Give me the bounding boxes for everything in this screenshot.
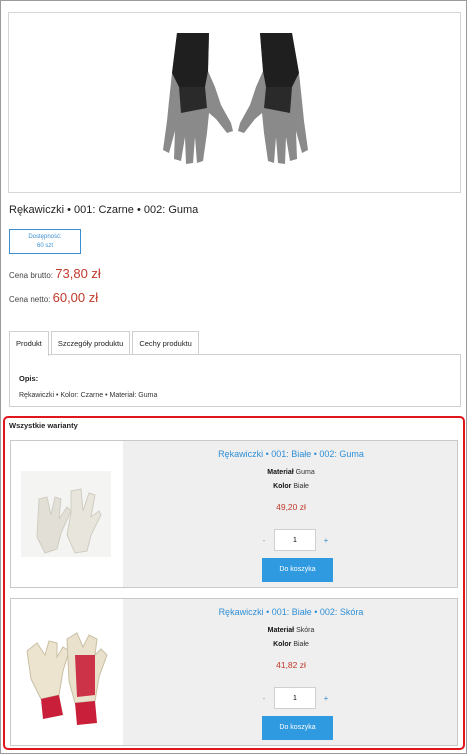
color-label: Kolor bbox=[273, 483, 292, 490]
variant-price: 41,82 zł bbox=[276, 660, 306, 670]
gross-price-row: Cena brutto: 73,80 zł bbox=[9, 266, 101, 281]
increase-button[interactable]: + bbox=[319, 536, 333, 545]
increase-button[interactable]: + bbox=[319, 694, 333, 703]
variants-title: Wszystkie warianty bbox=[9, 421, 78, 430]
description-text: Rękawiczki • Kolor: Czarne • Materiał: G… bbox=[19, 392, 158, 399]
availability-badge: Dostępność: 60 szt bbox=[9, 229, 81, 254]
color-label: Kolor bbox=[273, 641, 292, 648]
quantity-input[interactable] bbox=[274, 529, 316, 551]
leather-gloves-image bbox=[26, 632, 108, 725]
variant-price: 49,20 zł bbox=[276, 502, 306, 512]
gross-price-label: Cena brutto: bbox=[9, 271, 54, 280]
availability-value: 60 szt bbox=[36, 243, 53, 249]
decrease-button[interactable]: - bbox=[257, 694, 271, 703]
tab-produkt[interactable]: Produkt bbox=[9, 331, 49, 356]
black-gloves-image bbox=[163, 33, 308, 164]
variant-color: Kolor Białe bbox=[123, 641, 459, 648]
tab-szczegoly-produktu[interactable]: Szczegóły produktu bbox=[50, 331, 131, 355]
quantity-stepper: - + bbox=[257, 687, 333, 709]
product-main-image[interactable] bbox=[8, 12, 461, 193]
white-gloves-image bbox=[21, 471, 111, 557]
color-value: Białe bbox=[293, 483, 309, 490]
availability-label: Dostępność: bbox=[28, 234, 62, 240]
product-tabs: Produkt Szczegóły produktu Cechy produkt… bbox=[9, 331, 201, 356]
tab-panel-produkt: Opis: Rękawiczki • Kolor: Czarne • Mater… bbox=[9, 354, 461, 407]
quantity-stepper: - + bbox=[257, 529, 333, 551]
add-to-cart-button[interactable]: Do koszyka bbox=[262, 716, 333, 740]
color-value: Białe bbox=[293, 641, 309, 648]
quantity-input[interactable] bbox=[274, 687, 316, 709]
variant-image[interactable] bbox=[11, 441, 123, 587]
material-value: Skóra bbox=[296, 627, 315, 634]
net-price-label: Cena netto: bbox=[9, 295, 51, 304]
variant-image[interactable] bbox=[11, 599, 123, 745]
net-price-value: 60,00 zł bbox=[52, 290, 99, 305]
variant-name-link[interactable]: Rękawiczki • 001: Białe • 002: Skóra bbox=[123, 607, 459, 617]
net-price-row: Cena netto: 60,00 zł bbox=[9, 290, 98, 305]
material-label: Materiał bbox=[267, 627, 295, 634]
variant-card: Rękawiczki • 001: Białe • 002: Skóra Mat… bbox=[10, 598, 458, 746]
variant-card: Rękawiczki • 001: Białe • 002: Guma Mate… bbox=[10, 440, 458, 588]
material-label: Materiał bbox=[267, 469, 294, 476]
tab-cechy-produktu[interactable]: Cechy produktu bbox=[132, 331, 199, 355]
variant-name-link[interactable]: Rękawiczki • 001: Białe • 002: Guma bbox=[123, 449, 459, 459]
add-to-cart-button[interactable]: Do koszyka bbox=[262, 558, 333, 582]
variant-material: Materiał Guma bbox=[123, 469, 459, 476]
description-label: Opis: bbox=[19, 374, 39, 383]
variants-section: Wszystkie warianty Rękawiczki • 001: Bia… bbox=[3, 416, 465, 750]
decrease-button[interactable]: - bbox=[257, 536, 271, 545]
material-value: Guma bbox=[295, 469, 315, 476]
product-title: Rękawiczki • 001: Czarne • 002: Guma bbox=[9, 204, 199, 216]
variant-color: Kolor Białe bbox=[123, 483, 459, 490]
variant-material: Materiał Skóra bbox=[123, 627, 459, 634]
gross-price-value: 73,80 zł bbox=[55, 266, 101, 281]
